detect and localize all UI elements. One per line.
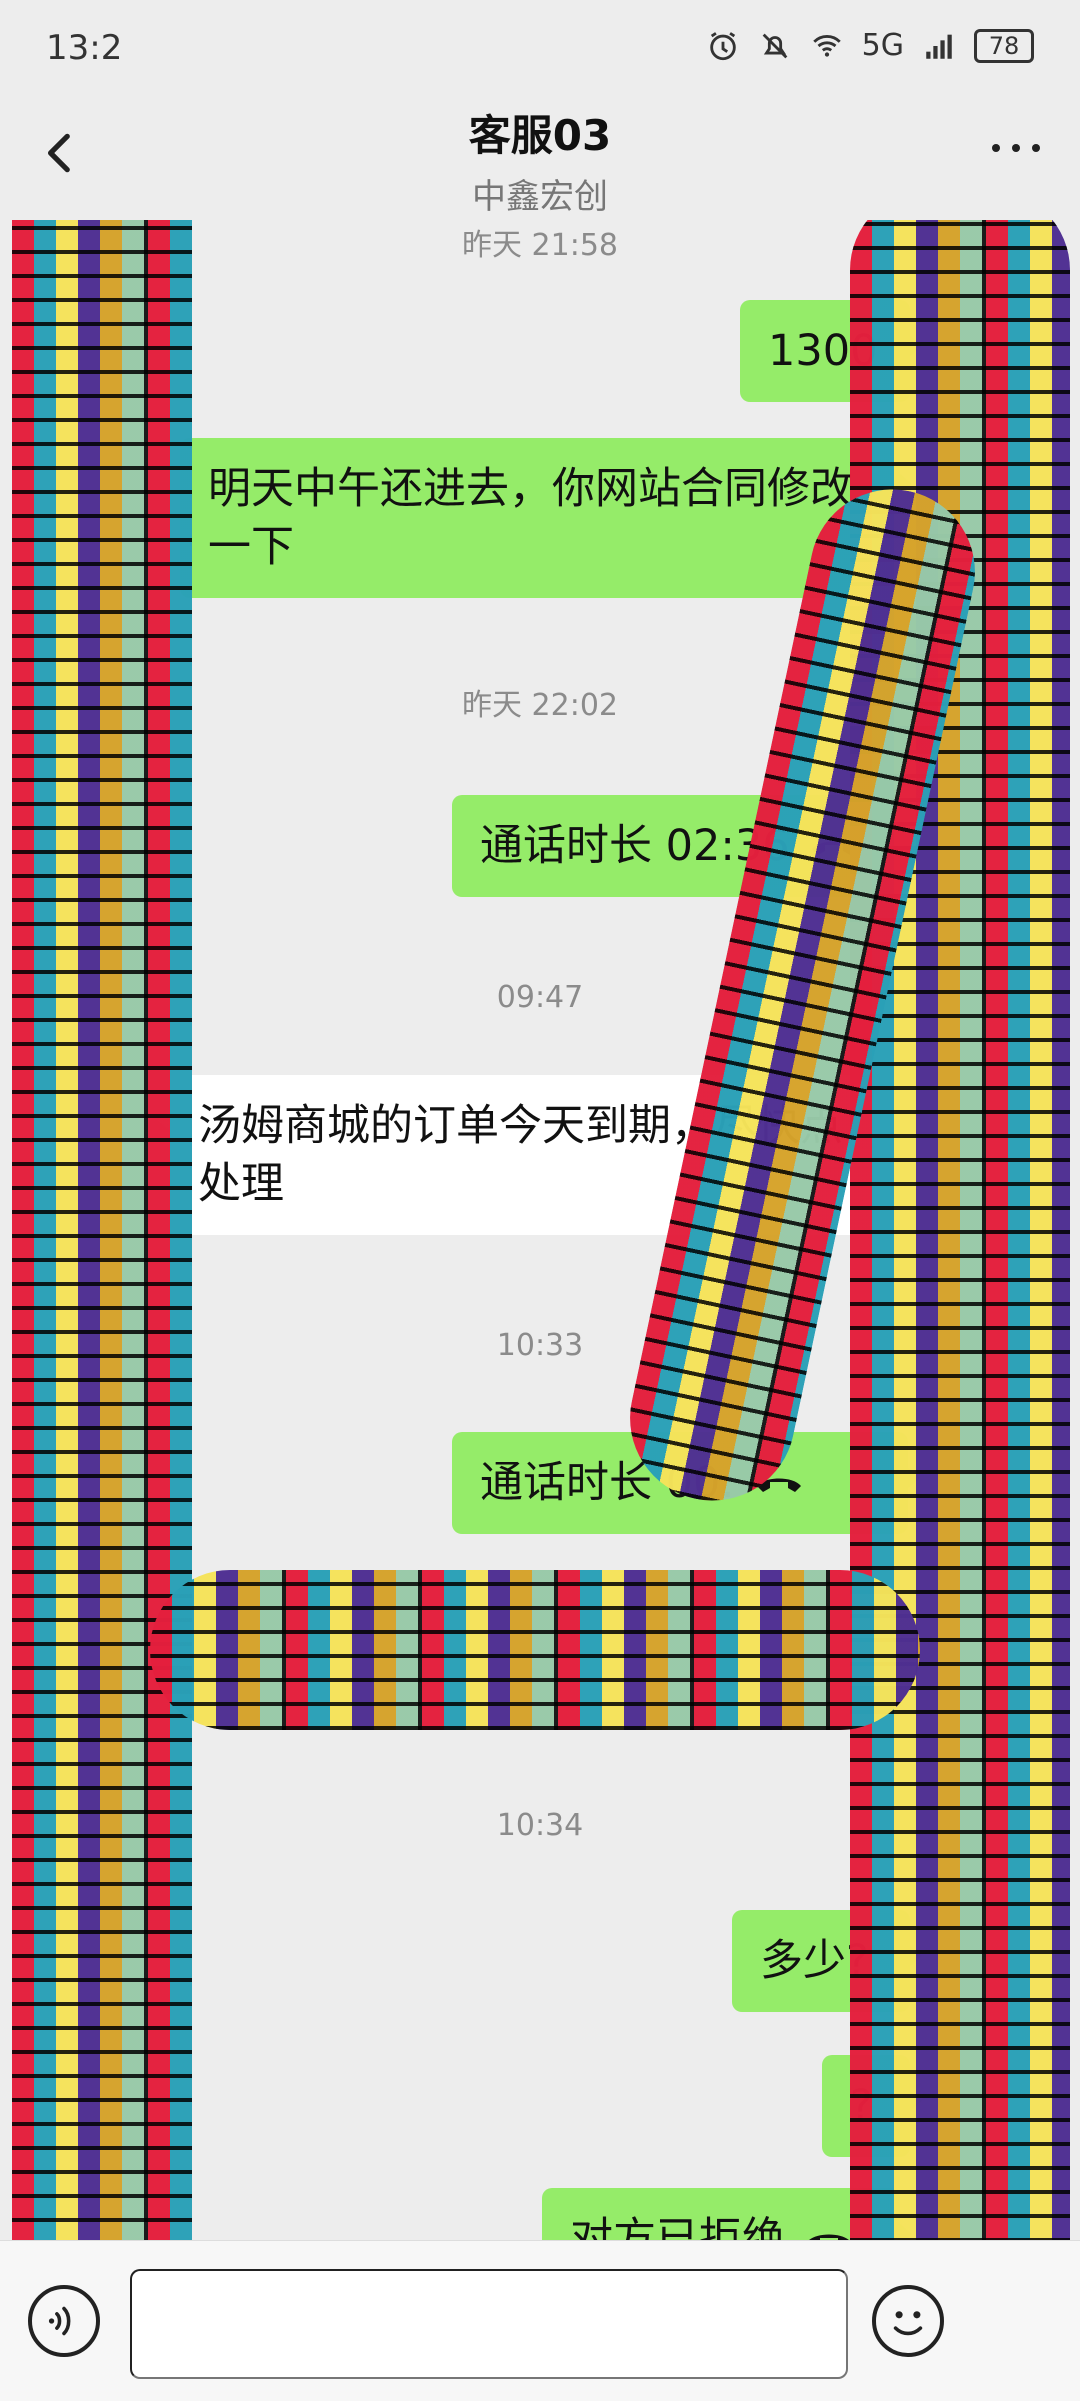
status-icons: 5G 78 xyxy=(706,28,1034,63)
battery-indicator: 78 xyxy=(974,28,1034,63)
redaction-mark-left xyxy=(12,220,192,2240)
signal-icon xyxy=(926,34,952,59)
redaction-mark-horizontal xyxy=(150,1570,920,1730)
alarm-icon xyxy=(709,31,736,60)
outgoing-message[interactable]: 明天中午还进去，你网站合同修改一下 xyxy=(180,438,912,598)
more-options-button[interactable] xyxy=(986,138,1046,158)
phone-icon xyxy=(809,2234,849,2240)
call-duration-text: 通话时长 02:36 xyxy=(480,821,790,871)
status-bar: 13:2 5G 78 xyxy=(0,0,1080,100)
voice-input-button[interactable] xyxy=(28,2285,100,2357)
chat-message-list[interactable]: 昨天 21:58 1300 明天中午还进去，你网站合同修改一下 昨天 22:02… xyxy=(0,220,1080,2240)
network-label: 5G xyxy=(861,28,904,63)
status-time: 13:2 xyxy=(46,28,123,68)
chat-header: 客服03 中鑫宏创 xyxy=(0,90,1080,220)
mute-bell-icon xyxy=(762,33,787,58)
wifi-icon xyxy=(812,34,841,57)
chat-subtitle: 中鑫宏创 xyxy=(472,177,608,217)
message-input[interactable] xyxy=(130,2269,848,2379)
message-input-bar xyxy=(0,2240,1080,2401)
call-status-text: 对方已拒绝 xyxy=(570,2214,785,2240)
chat-title: 客服03 xyxy=(468,111,612,160)
outgoing-call-message[interactable]: 对方已拒绝 xyxy=(542,2188,912,2240)
emoji-button[interactable] xyxy=(872,2285,944,2357)
chat-title-block: 客服03 中鑫宏创 xyxy=(0,90,1080,220)
